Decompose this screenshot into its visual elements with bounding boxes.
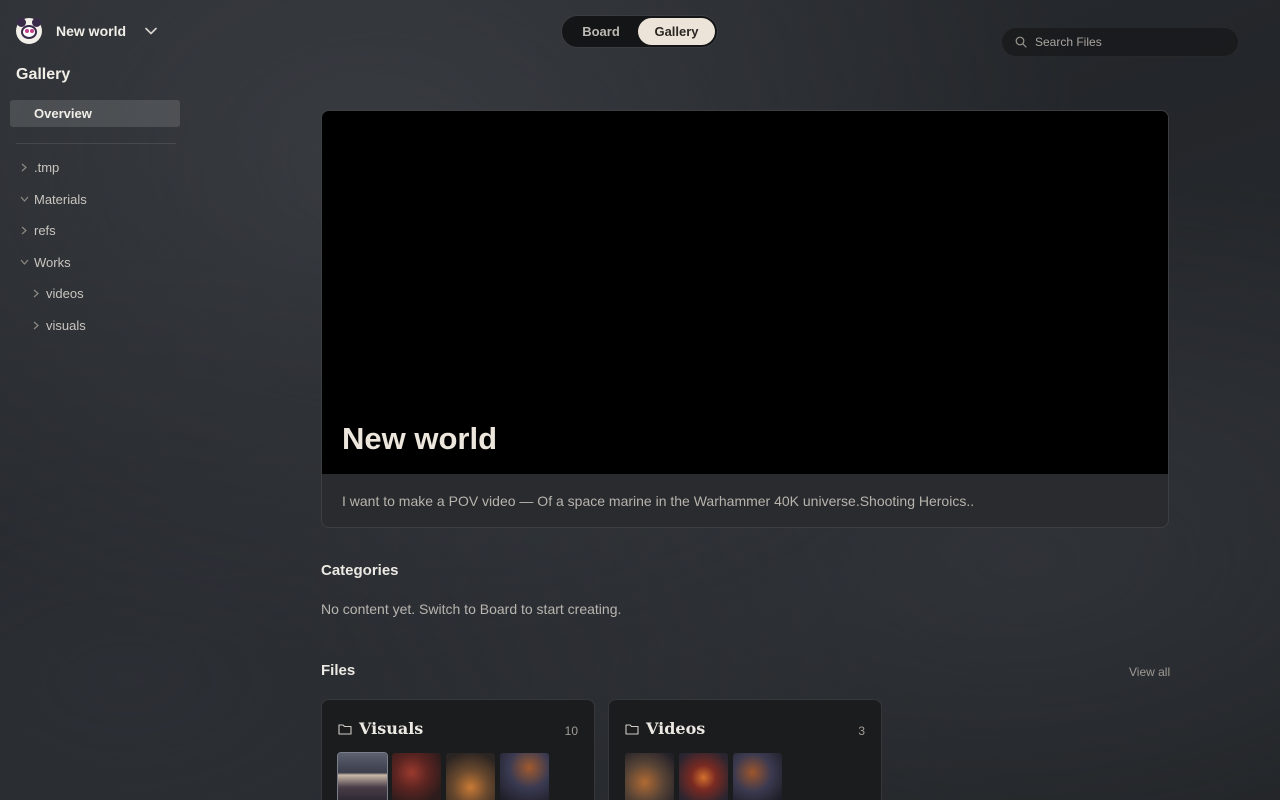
thumbnail-strip [625, 753, 782, 800]
folder-tree: .tmp Materials refs Works videos visuals [0, 152, 200, 341]
folder-icon [338, 723, 352, 735]
workspace-name: New world [56, 23, 127, 39]
thumbnail-strip [337, 752, 549, 800]
thumbnail-image[interactable] [446, 753, 495, 800]
search-input[interactable] [1035, 35, 1225, 49]
tree-item-label: visuals [46, 317, 86, 333]
project-hero-card: New world I want to make a POV video — O… [321, 110, 1169, 528]
tree-item-videos[interactable]: videos [0, 278, 200, 310]
chevron-right-icon[interactable] [18, 162, 30, 174]
board-tab[interactable]: Board [564, 18, 638, 45]
chevron-down-icon[interactable] [144, 24, 158, 38]
sidebar-title: Gallery [16, 66, 71, 83]
thumbnail-image[interactable] [733, 753, 782, 800]
categories-heading: Categories [321, 562, 399, 579]
panda-avatar-icon [16, 18, 42, 44]
search-box[interactable] [1001, 27, 1239, 57]
folder-name: Videos [646, 719, 706, 738]
tree-item-label: refs [34, 223, 56, 239]
folder-card-videos[interactable]: Videos 3 [608, 699, 882, 800]
tree-item-tmp[interactable]: .tmp [0, 152, 200, 184]
workspace-switcher[interactable]: New world [16, 18, 158, 44]
gallery-tab[interactable]: Gallery [638, 18, 715, 45]
folder-count: 10 [564, 724, 578, 738]
tree-item-label: Works [34, 254, 71, 270]
thumbnail-image[interactable] [625, 753, 674, 800]
tree-item-label: .tmp [34, 160, 60, 176]
view-toggle: Board Gallery [561, 15, 718, 48]
tree-item-label: Materials [34, 191, 87, 207]
sidebar-item-overview[interactable]: Overview [10, 100, 180, 127]
chevron-right-icon[interactable] [30, 319, 42, 331]
tree-item-visuals[interactable]: visuals [0, 310, 200, 342]
chevron-down-icon[interactable] [18, 256, 30, 268]
folder-card-visuals[interactable]: Visuals 10 [321, 699, 595, 800]
folder-icon [625, 723, 639, 735]
thumbnail-image[interactable] [679, 753, 728, 800]
tree-item-refs[interactable]: refs [0, 215, 200, 247]
search-icon [1014, 35, 1028, 49]
thumbnail-image[interactable] [500, 753, 549, 800]
thumbnail-image[interactable] [392, 753, 441, 800]
project-title: New world [342, 421, 498, 456]
cover-image [322, 111, 1168, 474]
project-description: I want to make a POV video — Of a space … [342, 493, 975, 509]
chevron-right-icon[interactable] [18, 225, 30, 237]
tree-item-materials[interactable]: Materials [0, 184, 200, 216]
chevron-right-icon[interactable] [30, 288, 42, 300]
chevron-down-icon[interactable] [18, 193, 30, 205]
view-all-link[interactable]: View all [1129, 665, 1170, 679]
files-heading: Files [321, 662, 356, 679]
thumbnail-image[interactable] [337, 752, 388, 800]
tree-item-label: videos [46, 286, 84, 302]
divider [16, 143, 176, 144]
folder-name: Visuals [359, 719, 424, 738]
tree-item-works[interactable]: Works [0, 247, 200, 279]
sidebar: New world Gallery Overview .tmp Material… [0, 0, 200, 800]
folder-count: 3 [858, 724, 865, 738]
categories-empty-text: No content yet. Switch to Board to start… [321, 601, 622, 617]
